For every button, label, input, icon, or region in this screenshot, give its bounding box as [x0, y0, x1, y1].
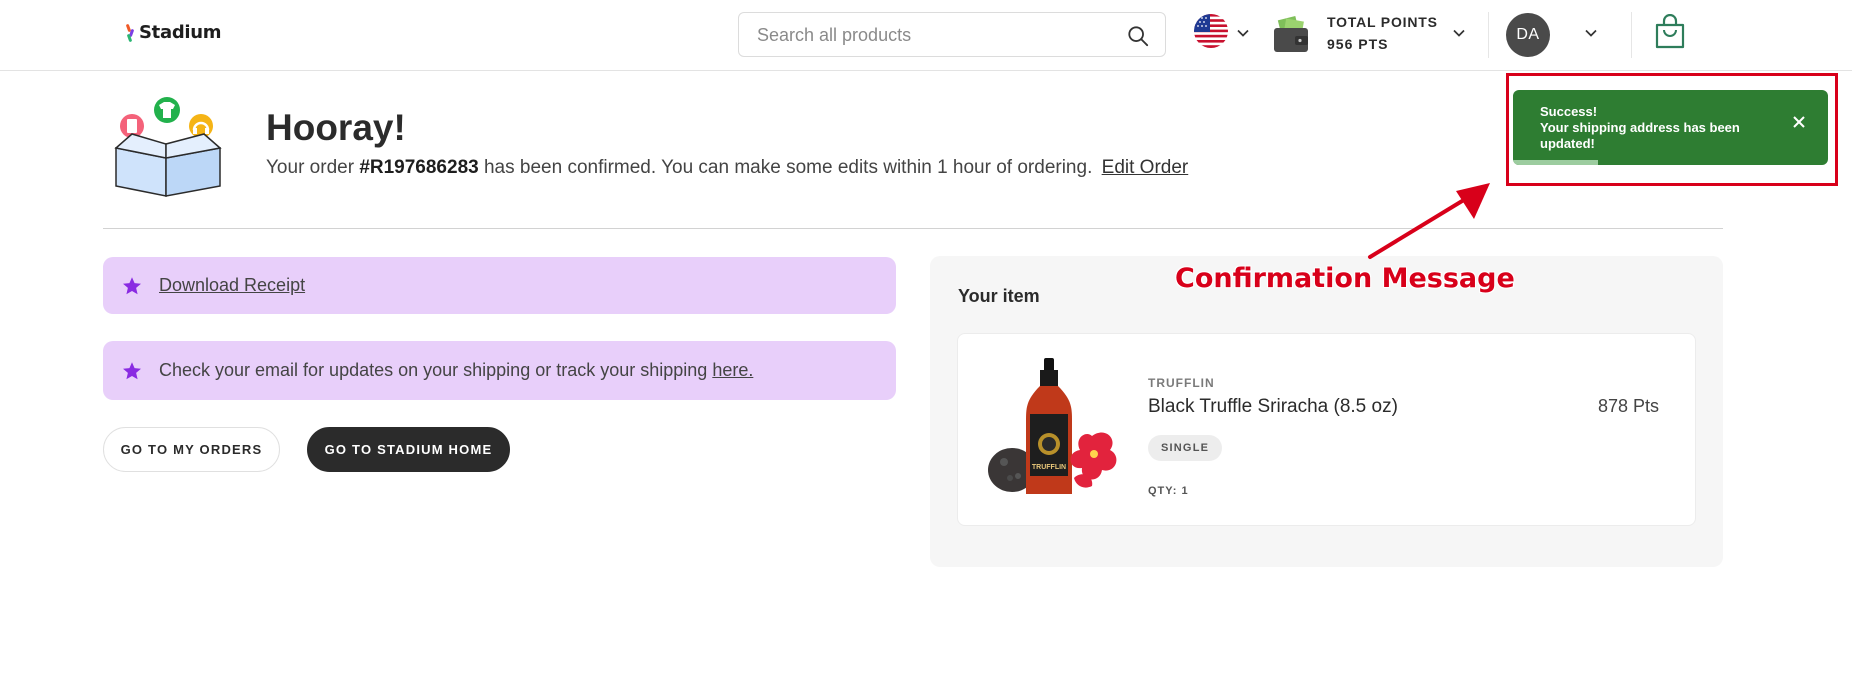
annotation-arrow-icon	[1368, 183, 1490, 259]
logo-mark-icon	[125, 23, 135, 42]
product-label: TRUFFLIN	[1032, 464, 1066, 471]
logo-text: Stadium	[139, 22, 222, 43]
points-value: 956 PTS	[1327, 36, 1389, 52]
points-label: TOTAL POINTS	[1327, 14, 1438, 30]
page-title: Hooray!	[266, 107, 406, 148]
variant-badge: SINGLE	[1148, 435, 1223, 461]
wallet-icon	[1274, 16, 1308, 52]
search-bar	[738, 12, 1166, 57]
toast-progress-bar	[1513, 160, 1599, 165]
order-confirmation-text: Your order #R197686283 has been confirme…	[266, 157, 1188, 179]
chevron-down-icon[interactable]	[1236, 26, 1250, 40]
close-icon[interactable]	[1792, 115, 1806, 129]
receipt-notice: Download Receipt	[103, 257, 896, 314]
order-suffix: has been confirmed. You can make some ed…	[483, 157, 1093, 178]
top-header: Stadium TOTAL POINTS 956 PTS	[0, 0, 1852, 71]
total-points[interactable]: TOTAL POINTS 956 PTS	[1327, 14, 1438, 52]
go-to-home-button[interactable]: GO TO STADIUM HOME	[307, 427, 510, 472]
toast-title: Success!	[1540, 104, 1598, 119]
panel-title: Your item	[958, 286, 1040, 306]
chevron-down-icon[interactable]	[1584, 26, 1598, 40]
avatar[interactable]: DA	[1506, 13, 1550, 57]
search-icon[interactable]	[1127, 25, 1149, 47]
order-number: #R197686283	[359, 157, 479, 178]
shipping-notice: Check your email for updates on your shi…	[103, 341, 896, 400]
shipping-notice-text: Check your email for updates on your shi…	[159, 360, 708, 380]
order-prefix: Your order	[266, 157, 355, 178]
product-brand: TRUFFLIN	[1148, 376, 1215, 390]
annotation-label: Confirmation Message	[1175, 263, 1515, 294]
edit-order-link[interactable]: Edit Order	[1102, 157, 1189, 178]
download-receipt-link[interactable]: Download Receipt	[159, 275, 305, 296]
star-icon	[123, 361, 141, 379]
toast-message: Your shipping address has been updated!	[1540, 120, 1740, 151]
go-to-orders-button[interactable]: GO TO MY ORDERS	[103, 427, 280, 472]
quantity-text: QTY: 1	[1148, 485, 1189, 497]
product-price: 878 Pts	[1597, 396, 1659, 416]
stadium-logo[interactable]: Stadium	[125, 22, 222, 43]
gift-box-illustration	[114, 97, 222, 197]
us-flag-icon[interactable]	[1194, 14, 1228, 48]
header-divider	[1488, 12, 1489, 58]
header-divider	[1631, 12, 1632, 58]
product-image: TRUFFLIN	[988, 358, 1117, 494]
star-icon	[123, 276, 141, 294]
shopping-bag-icon[interactable]	[1654, 14, 1686, 50]
track-shipping-link[interactable]: here.	[712, 360, 753, 381]
order-items-panel: Your item TRUFFLIN TRUFFLIN Black Truffl…	[930, 256, 1723, 567]
product-name: Black Truffle Sriracha (8.5 oz)	[1148, 396, 1398, 417]
chevron-down-icon[interactable]	[1452, 26, 1466, 40]
search-input[interactable]	[757, 23, 1117, 47]
order-item-card: TRUFFLIN TRUFFLIN Black Truffle Sriracha…	[957, 333, 1696, 526]
success-toast: Success! Your shipping address has been …	[1513, 90, 1828, 165]
